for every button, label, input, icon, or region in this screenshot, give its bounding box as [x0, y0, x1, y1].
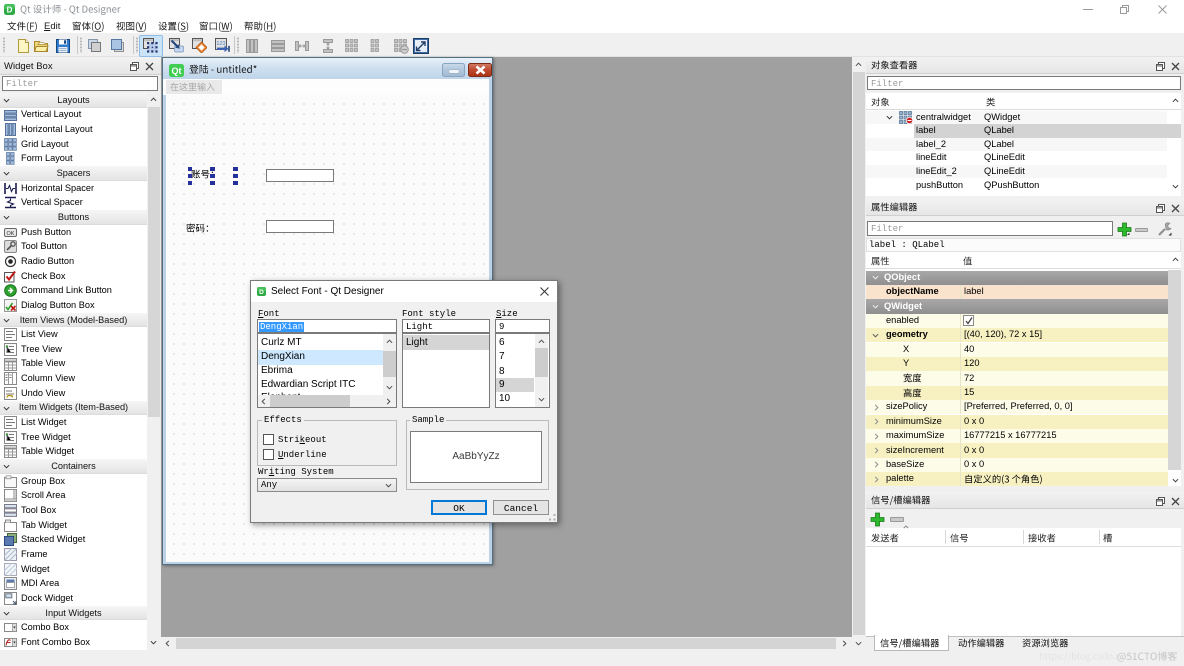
- svg-text:OK: OK: [7, 231, 15, 237]
- svg-text:D: D: [259, 289, 264, 296]
- svg-text:Qt: Qt: [172, 66, 182, 76]
- svg-text:D: D: [7, 6, 13, 15]
- svg-text:123: 123: [216, 41, 225, 47]
